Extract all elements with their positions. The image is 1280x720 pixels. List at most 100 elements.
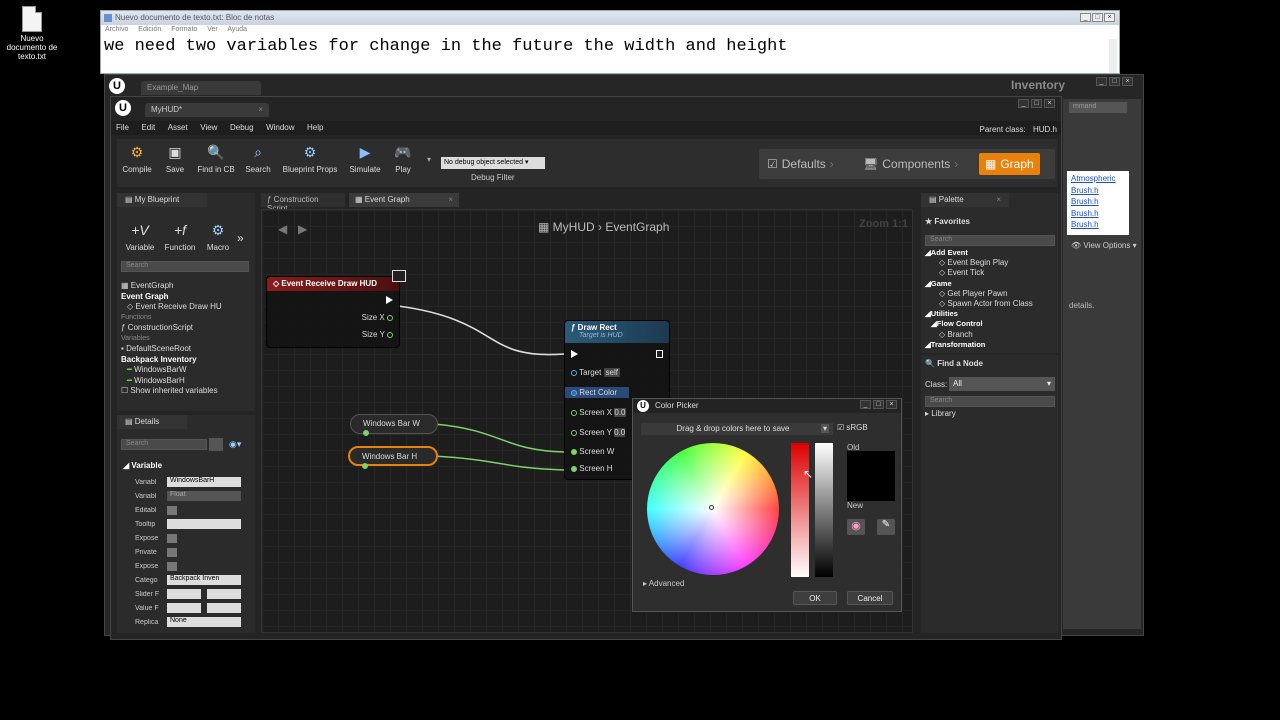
notepad-window[interactable]: Nuevo documento de texto.txt: Bloc de no… xyxy=(100,10,1120,74)
palette-category[interactable]: ◢Utilities xyxy=(925,309,1049,319)
advanced-toggle[interactable]: ▸ Advanced xyxy=(643,579,684,588)
menu-debug[interactable]: Debug xyxy=(225,121,259,134)
compile-button[interactable]: ⚙ Compile xyxy=(121,141,153,183)
add-function-button[interactable]: +f Function xyxy=(163,219,197,261)
get-windows-bar-w-node[interactable]: Windows Bar W xyxy=(350,414,438,436)
my-blueprint-search-input[interactable]: Search xyxy=(121,261,249,272)
minimize-button[interactable]: _ xyxy=(1018,99,1029,108)
favorites-header[interactable]: ★ Favorites xyxy=(925,217,970,226)
palette-tab[interactable]: ▤ Palette × xyxy=(921,193,1009,207)
details-row-value[interactable]: WindowsBarH xyxy=(167,477,241,487)
back-close-button[interactable]: × xyxy=(1122,77,1133,86)
asset-item[interactable]: Brush.h xyxy=(1071,196,1125,208)
size-y-pin[interactable]: Size Y xyxy=(362,330,393,339)
asset-item[interactable]: Brush.h xyxy=(1071,219,1125,231)
view-options-button[interactable]: 👁 View Options ▾ xyxy=(1071,241,1137,250)
mode-defaults[interactable]: ☑ Defaults › xyxy=(767,153,834,175)
notepad-text-area[interactable]: we need two variables for change in the … xyxy=(101,36,1119,57)
value-slider[interactable] xyxy=(815,443,833,577)
mode-graph[interactable]: ▦ Graph xyxy=(979,153,1040,175)
palette-item[interactable]: ◇ Spawn Actor from Class xyxy=(925,299,1049,309)
event-receive-draw-hud-node[interactable]: ◇ Event Receive Draw HUD Size X Size Y xyxy=(266,276,400,348)
exec-in-pin[interactable] xyxy=(571,349,578,358)
tree-category-backpack[interactable]: Backpack Inventory xyxy=(121,355,241,366)
eyedropper-icon[interactable]: ✎ xyxy=(877,519,895,535)
details-row-value[interactable] xyxy=(167,603,241,613)
menu-view[interactable]: View xyxy=(195,121,222,134)
screen-x-pin[interactable]: Screen X 0.0 xyxy=(571,408,626,417)
comment-bubble-icon[interactable] xyxy=(392,270,406,282)
class-select[interactable]: All ▾ xyxy=(949,377,1055,391)
tree-eventgraph[interactable]: ▦ EventGraph xyxy=(121,281,241,292)
play-options-chevron-icon[interactable]: ▾ xyxy=(427,155,431,164)
console-command-input[interactable]: mmand xyxy=(1069,102,1127,113)
back-minimize-button[interactable]: _ xyxy=(1096,77,1107,86)
palette-item[interactable]: ◇ Get Player Pawn xyxy=(925,289,1049,299)
palette-category[interactable]: ◢Flow Control xyxy=(925,319,1049,329)
search-button[interactable]: ⌕ Search xyxy=(243,141,273,183)
tree-functions-header[interactable]: Functions xyxy=(121,313,241,324)
maximize-button[interactable]: □ xyxy=(1031,99,1042,108)
minimize-button[interactable]: _ xyxy=(1080,13,1091,22)
menu-ver[interactable]: Ver xyxy=(207,26,218,33)
color-picker-titlebar[interactable]: U Color Picker _ □ × xyxy=(633,399,901,413)
add-macro-button[interactable]: ⚙ Macro xyxy=(203,219,233,261)
details-row-value[interactable] xyxy=(167,533,177,543)
palette-category[interactable]: ◢Game xyxy=(925,279,1049,289)
details-search-input[interactable]: Search xyxy=(121,439,207,450)
menu-archivo[interactable]: Archivo xyxy=(105,26,128,33)
screen-h-pin[interactable]: Screen H xyxy=(571,464,613,473)
add-variable-button[interactable]: +V Variable xyxy=(125,219,155,261)
get-windows-bar-h-node[interactable]: Windows Bar H xyxy=(348,446,438,469)
forward-arrow-icon[interactable]: ▶ xyxy=(298,222,307,236)
details-section-variable[interactable]: ◢ Variable xyxy=(123,461,162,472)
exec-out-pin[interactable] xyxy=(656,349,663,358)
close-button[interactable]: × xyxy=(1044,99,1055,108)
blueprint-props-button[interactable]: ⚙ Blueprint Props xyxy=(279,141,341,183)
details-row-value[interactable] xyxy=(167,547,177,557)
srgb-checkbox[interactable]: ☑ sRGB xyxy=(837,423,868,432)
picker-close-button[interactable]: × xyxy=(886,400,897,409)
close-button[interactable]: × xyxy=(1104,13,1115,22)
my-blueprint-tab[interactable]: ▤ My Blueprint xyxy=(117,193,207,207)
tab-construction-script[interactable]: ƒ Construction Script xyxy=(261,193,345,213)
tab-event-graph[interactable]: ▦ Event Graph × xyxy=(349,193,459,207)
menu-asset[interactable]: Asset xyxy=(163,121,193,134)
eye-icon[interactable]: ◉▾ xyxy=(229,439,241,450)
details-row-value[interactable] xyxy=(167,561,177,571)
color-themes-bar[interactable]: Drag & drop colors here to save ▾ xyxy=(641,423,833,435)
screen-w-pin[interactable]: Screen W xyxy=(571,447,614,456)
library-tree-item[interactable]: ▸ Library xyxy=(925,409,956,418)
picker-maximize-button[interactable]: □ xyxy=(873,400,884,409)
save-button[interactable]: ▣ Save xyxy=(161,141,189,183)
back-maximize-button[interactable]: □ xyxy=(1109,77,1120,86)
details-row-value[interactable]: None xyxy=(167,617,241,627)
grid-view-icon[interactable] xyxy=(209,438,223,451)
menu-formato[interactable]: Formato xyxy=(171,26,197,33)
palette-item[interactable]: ◇ Event Begin Play xyxy=(925,258,1049,268)
tree-construction-script[interactable]: ƒ ConstructionScript xyxy=(121,323,241,334)
show-inherited-checkbox[interactable]: ☐ Show inherited variables xyxy=(121,386,241,397)
tree-variables-header[interactable]: Variables xyxy=(121,334,241,345)
color-wheel-mode-icon[interactable]: ◉ xyxy=(847,519,865,535)
tree-event-receive[interactable]: ◇ Event Receive Draw HU xyxy=(121,302,241,313)
size-x-pin[interactable]: Size X xyxy=(362,313,393,322)
menu-edicion[interactable]: Edición xyxy=(138,26,161,33)
saturation-slider[interactable] xyxy=(791,443,809,577)
find-node-search-input[interactable]: Search xyxy=(925,396,1055,407)
debug-object-select[interactable]: No debug object selected ▾ xyxy=(441,157,545,169)
maximize-button[interactable]: □ xyxy=(1092,13,1103,22)
tab-myhud[interactable]: MyHUD* × xyxy=(145,103,269,117)
menu-help[interactable]: Help xyxy=(302,121,328,134)
tab-example-map[interactable]: Example_Map xyxy=(141,81,261,95)
notepad-titlebar[interactable]: Nuevo documento de texto.txt: Bloc de no… xyxy=(101,11,1119,25)
tree-category-event-graph[interactable]: Event Graph xyxy=(121,292,241,303)
rect-color-pin[interactable]: Rect Color xyxy=(565,387,629,398)
asset-item[interactable]: Atmospheric xyxy=(1071,173,1125,185)
picker-minimize-button[interactable]: _ xyxy=(860,400,871,409)
color-wheel[interactable] xyxy=(647,443,779,575)
find-in-cb-button[interactable]: 🔍 Find in CB xyxy=(195,141,237,183)
asset-item[interactable]: Brush.h xyxy=(1071,185,1125,197)
target-pin[interactable]: Target self xyxy=(571,368,620,377)
play-button[interactable]: 🎮 Play xyxy=(389,141,417,183)
